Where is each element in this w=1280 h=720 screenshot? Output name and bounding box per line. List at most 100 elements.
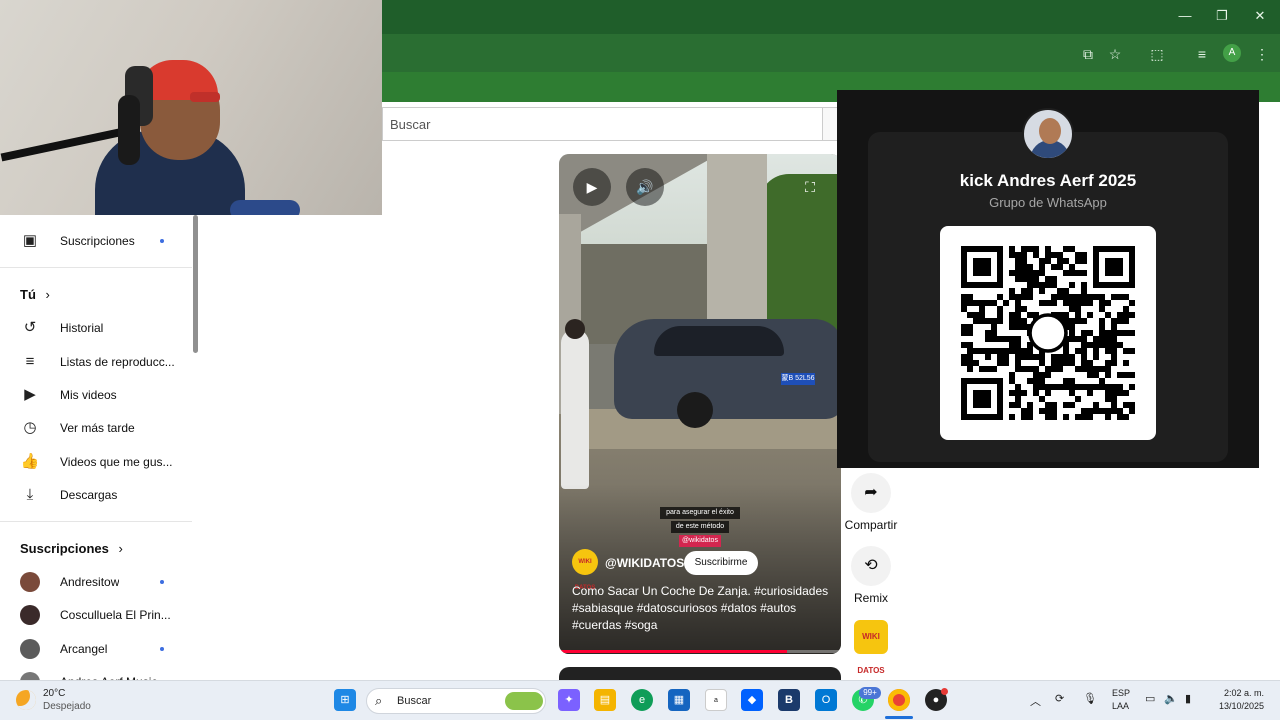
sidebar-scrollbar[interactable] — [193, 215, 198, 353]
qr-module — [1081, 300, 1087, 306]
video-progress-bar[interactable] — [559, 650, 841, 653]
clock-date[interactable]: 13/10/2025 — [1210, 701, 1264, 711]
weather-desc[interactable]: Despejado — [43, 701, 91, 712]
divider — [0, 521, 192, 522]
qr-module — [1099, 378, 1105, 384]
qr-module — [961, 294, 967, 300]
close-button[interactable]: ✕ — [1248, 6, 1272, 26]
search-button[interactable] — [822, 107, 838, 141]
qr-module — [1027, 246, 1033, 252]
minimize-button[interactable]: — — [1173, 6, 1197, 26]
sidebar-item-playlists[interactable]: ≡ Listas de reproducc... — [0, 345, 190, 379]
qr-module — [1027, 402, 1033, 408]
qr-module — [1117, 294, 1123, 300]
sidebar-item-label: Mis videos — [60, 388, 117, 402]
short-video-player[interactable]: 蒙B 52L56 ▶ 🔊 ⛶ para asegurar el éxito de… — [559, 154, 841, 654]
qr-module — [1105, 312, 1111, 318]
qr-module — [979, 366, 985, 372]
subscriptions-section-header[interactable]: Suscripciones › — [20, 541, 123, 556]
battery-icon[interactable]: ▮ — [1185, 692, 1191, 705]
copilot-icon[interactable]: ✦ — [558, 689, 580, 711]
qr-module — [1075, 252, 1081, 258]
qr-module — [1063, 354, 1069, 360]
qr-module — [1111, 408, 1117, 414]
qr-module — [1033, 276, 1039, 282]
subscribe-button[interactable]: Suscribirme — [684, 551, 758, 575]
channel-badge[interactable]: WIKI DATOS — [854, 620, 888, 675]
sidebar-channel[interactable]: Andresitow — [0, 565, 190, 599]
qr-module — [1075, 312, 1081, 318]
language-layout[interactable]: LAA — [1112, 701, 1129, 711]
star-icon[interactable]: ☆ — [1105, 44, 1125, 64]
sidebar-item-history[interactable]: ↺ Historial — [0, 311, 190, 345]
qr-module — [1063, 246, 1069, 252]
divider — [0, 267, 192, 268]
play-button[interactable]: ▶ — [573, 168, 611, 206]
extensions-icon[interactable]: ⬚ — [1147, 44, 1167, 64]
menu-icon[interactable]: ⋮ — [1252, 44, 1272, 64]
fullscreen-icon: ⛶ — [805, 179, 815, 195]
edge-icon[interactable]: e — [631, 689, 653, 711]
clock-time[interactable]: 2:02 a. m. — [1210, 688, 1264, 698]
qr-module — [1069, 246, 1075, 252]
profile-avatar[interactable]: A — [1223, 44, 1241, 62]
store-icon[interactable]: ▦ — [668, 689, 690, 711]
qr-module — [1027, 282, 1033, 288]
dropbox-icon[interactable]: ◆ — [741, 689, 763, 711]
file-explorer-icon[interactable]: ▤ — [594, 689, 616, 711]
sidebar-item-watch-later[interactable]: ◷ Ver más tarde — [0, 411, 190, 445]
sidebar-item-downloads[interactable]: ⤓ Descargas — [0, 478, 190, 512]
sidebar-channel[interactable]: Arcangel — [0, 632, 190, 666]
qr-module — [1075, 396, 1081, 402]
qr-module — [1003, 360, 1009, 366]
microphone — [118, 95, 140, 165]
qr-module — [1129, 408, 1135, 414]
you-section-header[interactable]: Tú › — [20, 287, 50, 302]
language-indicator[interactable]: ESP — [1112, 688, 1130, 698]
taskbar-search[interactable]: ⌕ Buscar — [366, 688, 546, 714]
qr-module — [1021, 288, 1027, 294]
qr-module — [1081, 288, 1087, 294]
qr-module — [1087, 312, 1093, 318]
qr-module — [1081, 252, 1087, 258]
qr-module — [997, 306, 1003, 312]
license-plate: 蒙B 52L56 — [781, 373, 815, 385]
qr-module — [973, 318, 979, 324]
search-input[interactable] — [383, 108, 822, 140]
channel-name[interactable]: @WIKIDATOS — [605, 556, 684, 570]
microphone-icon[interactable]: 🎙 — [1083, 692, 1097, 705]
weather-temp[interactable]: 20°C — [43, 688, 65, 699]
share-button[interactable]: ➦ — [851, 473, 891, 513]
chrome-icon[interactable] — [888, 689, 910, 711]
outlook-icon[interactable]: O — [815, 689, 837, 711]
channel-name: Andresitow — [60, 575, 120, 589]
maximize-button[interactable]: ❐ — [1210, 6, 1234, 26]
qr-module — [1129, 330, 1135, 336]
qr-module — [1021, 390, 1027, 396]
windows-start-icon[interactable]: ⊞ — [334, 689, 356, 711]
sidebar-item-liked-videos[interactable]: 👍 Videos que me gus... — [0, 445, 190, 479]
cast-icon[interactable]: ⧉ — [1078, 44, 1098, 64]
volume-button[interactable]: 🔊 — [626, 168, 664, 206]
b-app-icon[interactable]: B — [778, 689, 800, 711]
fullscreen-button[interactable]: ⛶ — [801, 178, 819, 196]
channel-avatar[interactable]: WIKI DATOS — [572, 549, 598, 591]
media-icon[interactable]: ≡ — [1192, 44, 1212, 64]
video-title[interactable]: Como Sacar Un Coche De Zanja. #curiosida… — [572, 583, 834, 634]
qr-module — [1081, 336, 1087, 342]
sync-icon[interactable]: ⟳ — [1055, 692, 1064, 705]
search-box[interactable] — [382, 107, 822, 141]
network-icon[interactable]: ▭ — [1145, 692, 1155, 705]
volume-icon[interactable]: 🔈 — [1164, 692, 1178, 705]
qr-module — [1069, 384, 1075, 390]
sidebar-item-my-videos[interactable]: ▶ Mis videos — [0, 378, 190, 412]
sidebar-channel[interactable]: Cosculluela El Prin... — [0, 598, 190, 632]
search-highlight-image — [505, 692, 543, 710]
amazon-icon[interactable]: a — [705, 689, 727, 711]
weather-moon-icon[interactable] — [16, 690, 36, 710]
qr-module — [1015, 336, 1021, 342]
sidebar-item-subscriptions[interactable]: ▣ Suscripciones — [0, 224, 190, 258]
tray-chevron-icon[interactable]: ︿ — [1030, 693, 1041, 709]
remix-button[interactable]: ⟲ — [851, 546, 891, 586]
qr-module — [1111, 336, 1117, 342]
